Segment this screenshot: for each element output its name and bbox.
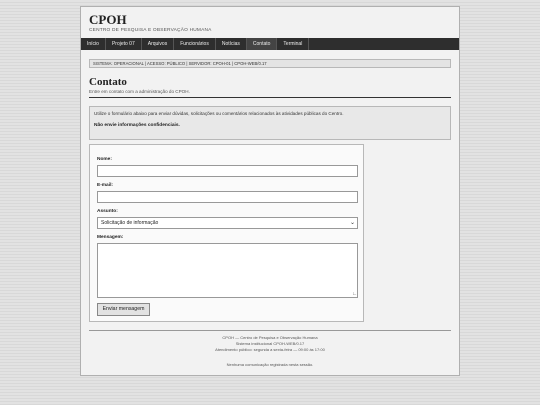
contact-form: Nome: E-mail: Assunto: Solicitação de in…: [89, 144, 364, 322]
main-nav: Início Projeto 07 Arquivos Funcionários …: [81, 38, 459, 50]
submit-button[interactable]: Enviar mensagem: [97, 303, 150, 316]
footer-line-3: Atendimento público: segunda a sexta-fei…: [215, 347, 325, 352]
subject-label: Assunto:: [97, 209, 118, 214]
subject-select[interactable]: Solicitação de informação ⌄: [97, 217, 358, 229]
site-subtitle: CENTRO DE PESQUISA E OBSERVAÇÃO HUMANA: [89, 28, 212, 33]
nav-item-terminal[interactable]: Terminal: [277, 38, 310, 50]
nav-item-projeto-07[interactable]: Projeto 07: [106, 38, 142, 50]
notice-text: Utilize o formulário abaixo para enviar …: [94, 111, 344, 116]
email-label: E-mail:: [97, 183, 113, 188]
page-container: CPOH CENTRO DE PESQUISA E OBSERVAÇÃO HUM…: [80, 6, 460, 376]
page-title: Contato: [89, 76, 127, 88]
subject-selected-value: Solicitação de informação: [101, 220, 159, 226]
nav-item-funcionarios[interactable]: Funcionários: [174, 38, 216, 50]
message-wrapper: ∟: [90, 243, 365, 298]
message-textarea[interactable]: [97, 243, 358, 298]
footer-line-1: CPOH — Centro de Pesquisa e Observação H…: [222, 335, 318, 340]
footer-line-2: Sistema institucional CPOH-WEB/0.17: [235, 341, 305, 346]
chevron-down-icon: ⌄: [349, 220, 355, 226]
title-divider: [89, 97, 451, 98]
name-input[interactable]: [97, 165, 358, 177]
email-input[interactable]: [97, 191, 358, 203]
page-subtitle: Entre em contato com a administração do …: [89, 89, 190, 94]
site-title[interactable]: CPOH: [89, 13, 451, 27]
message-label: Mensagem:: [97, 235, 124, 240]
footer-divider: [89, 330, 451, 331]
nav-item-inicio[interactable]: Início: [81, 38, 106, 50]
notice-warning: Não envie informações confidenciais.: [94, 123, 180, 128]
system-status-bar: SISTEMA: OPERACIONAL | ACESSO: PÚBLICO |…: [89, 59, 451, 68]
nav-item-noticias[interactable]: Notícias: [216, 38, 247, 50]
nav-item-arquivos[interactable]: Arquivos: [142, 38, 175, 50]
footer-line-4: Nenhuma comunicação registrada nesta ses…: [226, 362, 314, 367]
resize-handle-icon[interactable]: ∟: [352, 292, 357, 297]
name-label: Nome:: [97, 157, 112, 162]
info-notice: Utilize o formulário abaixo para enviar …: [89, 106, 451, 140]
site-header: CPOH CENTRO DE PESQUISA E OBSERVAÇÃO HUM…: [81, 7, 459, 37]
nav-item-contato[interactable]: Contato: [246, 38, 278, 50]
